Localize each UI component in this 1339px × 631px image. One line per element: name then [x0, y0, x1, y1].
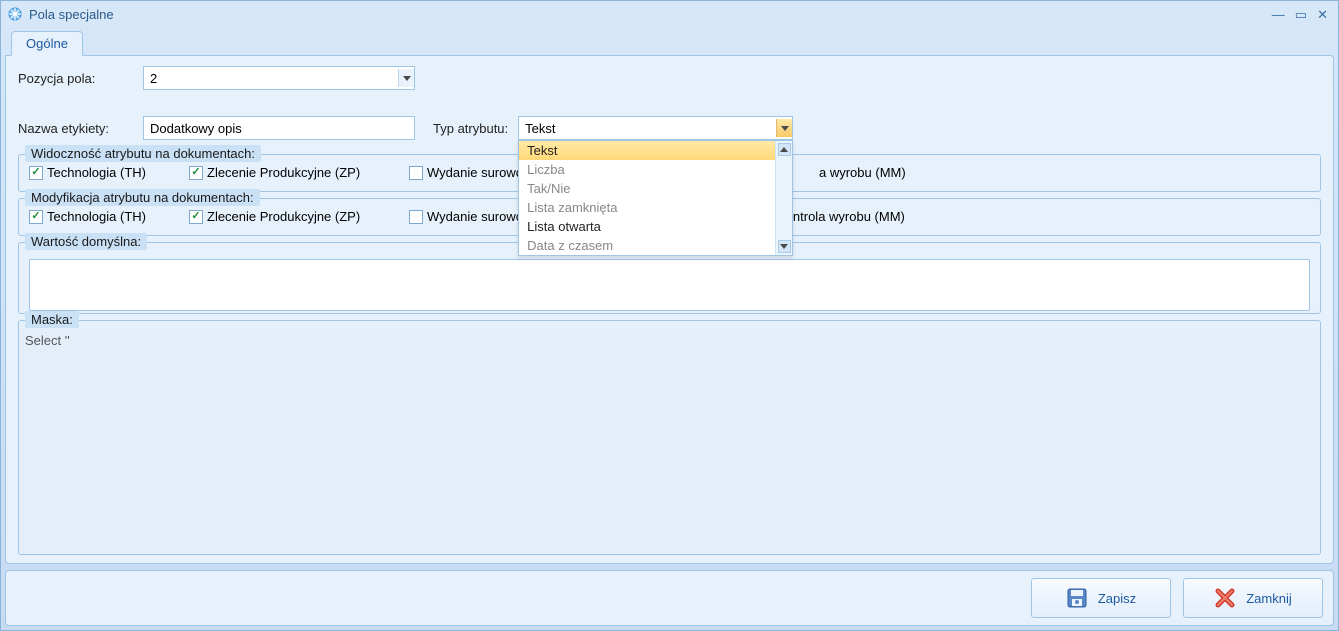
modification-checkbox[interactable]: Technologia (TH)	[29, 209, 146, 224]
attrtype-combo[interactable]: Tekst	[518, 116, 793, 140]
attrtype-option[interactable]: Lista zamknięta	[519, 198, 775, 217]
attrtype-option[interactable]: Liczba	[519, 160, 775, 179]
attrtype-dropdown[interactable]: TekstLiczbaTak/NieLista zamkniętaLista o…	[518, 140, 793, 256]
checkbox-label: Kontrola wyrobu (MM)	[777, 209, 905, 224]
chevron-down-icon[interactable]	[398, 69, 414, 87]
attrtype-option[interactable]: Tekst	[519, 141, 775, 160]
visibility-checkbox: a wyrobu (MM)	[819, 165, 906, 180]
legend-modification: Modyfikacja atrybutu na dokumentach:	[25, 189, 260, 206]
mask-input[interactable]: Select ''	[19, 329, 1320, 554]
position-combo[interactable]: 2	[143, 66, 415, 90]
legend-mask: Maska:	[25, 311, 79, 328]
visibility-checkbox[interactable]: Technologia (TH)	[29, 165, 146, 180]
visibility-checkbox[interactable]: Zlecenie Produkcyjne (ZP)	[189, 165, 360, 180]
window: Pola specjalne — ▭ ✕ Ogólne Pozycja pola…	[0, 0, 1339, 631]
minimize-button[interactable]: —	[1272, 8, 1285, 21]
attrtype-option[interactable]: Data z czasem	[519, 236, 775, 255]
default-value-input[interactable]	[29, 259, 1310, 311]
name-input[interactable]	[143, 116, 415, 140]
titlebar: Pola specjalne — ▭ ✕	[1, 1, 1338, 27]
attrtype-option[interactable]: Lista otwarta	[519, 217, 775, 236]
attrtype-value: Tekst	[525, 121, 776, 136]
label-name: Nazwa etykiety:	[18, 121, 143, 136]
chevron-down-icon[interactable]	[776, 119, 792, 137]
checkbox-label: Technologia (TH)	[47, 165, 146, 180]
checkbox-box[interactable]	[409, 210, 423, 224]
checkbox-label: Zlecenie Produkcyjne (ZP)	[207, 209, 360, 224]
checkbox-label: Zlecenie Produkcyjne (ZP)	[207, 165, 360, 180]
checkbox-label: Technologia (TH)	[47, 209, 146, 224]
row-name: Nazwa etykiety: Typ atrybutu: Tekst Teks…	[18, 116, 1321, 140]
tab-general[interactable]: Ogólne	[11, 31, 83, 56]
position-value: 2	[150, 71, 398, 86]
label-position: Pozycja pola:	[18, 71, 143, 86]
client-area: Ogólne Pozycja pola: 2 Nazwa etykiety: T…	[5, 29, 1334, 564]
checkbox-box[interactable]	[189, 166, 203, 180]
checkbox-box[interactable]	[29, 166, 43, 180]
close-button[interactable]: Zamknij	[1183, 578, 1323, 618]
legend-default: Wartość domyślna:	[25, 233, 147, 250]
close-icon	[1214, 587, 1236, 609]
close-window-button[interactable]: ✕	[1317, 8, 1328, 21]
legend-visibility: Widoczność atrybutu na dokumentach:	[25, 145, 261, 162]
maximize-button[interactable]: ▭	[1295, 8, 1307, 21]
save-icon	[1066, 587, 1088, 609]
scroll-down-icon[interactable]	[778, 240, 791, 253]
checkbox-box[interactable]	[409, 166, 423, 180]
window-title: Pola specjalne	[29, 7, 1272, 22]
save-label: Zapisz	[1098, 591, 1136, 606]
footer: Zapisz Zamknij	[5, 570, 1334, 626]
app-icon	[7, 6, 23, 22]
window-controls: — ▭ ✕	[1272, 8, 1332, 21]
checkbox-box[interactable]	[189, 210, 203, 224]
row-position: Pozycja pola: 2	[18, 66, 1321, 90]
dropdown-scrollbar[interactable]	[775, 141, 792, 255]
tabstrip: Ogólne	[5, 29, 1334, 55]
panel-general: Pozycja pola: 2 Nazwa etykiety: Typ atry…	[5, 55, 1334, 564]
label-attrtype: Typ atrybutu:	[433, 121, 508, 136]
checkbox-label: a wyrobu (MM)	[819, 165, 906, 180]
attrtype-option[interactable]: Tak/Nie	[519, 179, 775, 198]
save-button[interactable]: Zapisz	[1031, 578, 1171, 618]
scroll-up-icon[interactable]	[778, 143, 791, 156]
fieldset-mask: Maska: Select ''	[18, 320, 1321, 555]
modification-checkbox[interactable]: Zlecenie Produkcyjne (ZP)	[189, 209, 360, 224]
checkbox-box[interactable]	[29, 210, 43, 224]
close-label: Zamknij	[1246, 591, 1292, 606]
